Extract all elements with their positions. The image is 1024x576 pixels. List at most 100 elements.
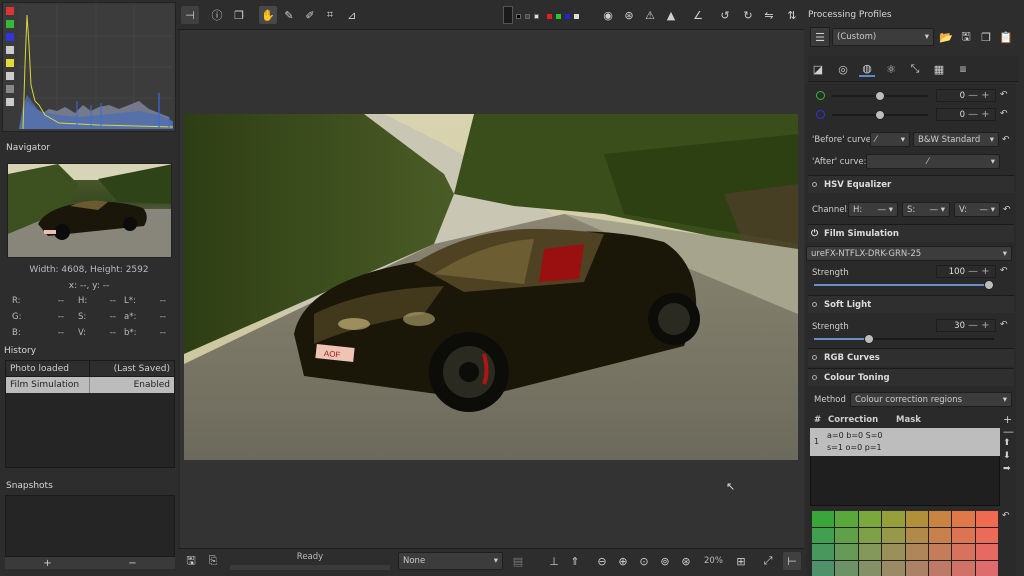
crop-icon[interactable]: ⌗ (322, 7, 338, 23)
rotate-left-icon[interactable]: ↺ (717, 7, 733, 23)
hsv-v-select[interactable]: V: — ▾ (954, 202, 1000, 217)
red-channel-toggle[interactable] (6, 7, 14, 15)
new-detail-window-icon[interactable]: ⊞ (733, 553, 749, 569)
colour-grid-cell[interactable] (905, 560, 928, 576)
zoom-fit-crop-icon[interactable]: ⊛ (678, 553, 694, 569)
colour-grid-cell[interactable] (812, 511, 835, 527)
spin-buttons[interactable]: — + (968, 266, 990, 277)
before-curve-mode-select[interactable]: B&W Standard ▾ (913, 132, 999, 147)
reset-icon[interactable]: ↶ (1002, 135, 1010, 145)
colour-grid[interactable] (812, 511, 998, 576)
colour-grid-cell[interactable] (812, 560, 835, 576)
reset-icon[interactable]: ↶ (1000, 320, 1008, 330)
tab-color-icon[interactable]: ◍ (859, 61, 875, 77)
power-icon[interactable]: ⏻ (811, 229, 818, 239)
colour-grid-cell[interactable] (882, 544, 905, 560)
colour-grid-cell[interactable] (882, 511, 905, 527)
colour-grid-cell[interactable] (858, 511, 882, 527)
colour-grid-cell[interactable] (882, 560, 905, 576)
slider-knob[interactable] (875, 110, 885, 120)
green-channel-toggle[interactable] (6, 20, 14, 28)
tab-transform-icon[interactable]: ⤡ (907, 61, 923, 77)
save-icon[interactable]: 🖫 (183, 553, 199, 569)
gamut-check-icon[interactable]: ⇑ (567, 553, 583, 569)
remove-region-icon[interactable]: — (1003, 425, 1014, 438)
blue-channel-toggle[interactable] (6, 33, 14, 41)
history-row[interactable]: Photo loaded (Last Saved) (6, 361, 174, 377)
colour-grid-cell[interactable] (952, 544, 975, 560)
perspective-icon[interactable]: ∠ (690, 7, 706, 23)
info-icon[interactable]: ⓘ (209, 7, 225, 23)
highlight-clipping-warning-icon[interactable]: ▲ (663, 7, 679, 23)
intent-icon[interactable]: ▤ (510, 553, 526, 569)
tab-exposure-icon[interactable]: ◪ (810, 61, 826, 77)
colour-grid-cell[interactable] (952, 560, 975, 576)
spin-buttons[interactable]: — + (968, 90, 990, 101)
duplicate-region-icon[interactable]: ➡ (1003, 464, 1011, 474)
after-curve-type-select[interactable]: ⁄ ▾ (866, 154, 1000, 169)
colour-grid-cell[interactable] (812, 527, 835, 543)
film-simulation-header[interactable]: ⏻ Film Simulation (808, 224, 1014, 242)
black-swatch[interactable] (516, 14, 521, 19)
colour-grid-cell[interactable] (858, 544, 882, 560)
send-to-editor-icon[interactable]: ⎘ (205, 553, 221, 569)
profile-list-icon[interactable]: ☰ (810, 27, 830, 47)
colour-toning-method-select[interactable]: Colour correction regions ▾ (850, 392, 1012, 407)
hide-left-panel-icon[interactable]: ⊣ (181, 6, 199, 24)
hsv-s-select[interactable]: S: — ▾ (902, 202, 950, 217)
save-profile-icon[interactable]: 🖫 (958, 29, 974, 45)
spin-buttons[interactable]: — + (968, 320, 990, 331)
colour-grid-cell[interactable] (882, 527, 905, 543)
rotate-right-icon[interactable]: ↻ (740, 7, 756, 23)
move-down-icon[interactable]: ⬇ (1003, 451, 1011, 461)
reset-icon[interactable]: ↶ (1000, 266, 1008, 276)
tab-advanced-icon[interactable]: ⚛ (883, 61, 899, 77)
hsv-equalizer-header[interactable]: HSV Equalizer (808, 175, 1014, 193)
flip-horizontal-icon[interactable]: ⇋ (761, 7, 777, 23)
open-profile-icon[interactable]: 📂 (938, 29, 954, 45)
zoom-100-icon[interactable]: ⊙ (636, 553, 652, 569)
zoom-fit-icon[interactable]: ⊚ (657, 553, 673, 569)
colour-grid-cell[interactable] (835, 527, 858, 543)
blue-slider[interactable] (832, 110, 928, 120)
colour-grid-cell[interactable] (858, 560, 882, 576)
bar-toggle[interactable] (6, 85, 14, 93)
reset-icon[interactable]: ↶ (1003, 205, 1011, 215)
colour-grid-cell[interactable] (835, 544, 858, 560)
straighten-icon[interactable]: ⊿ (344, 7, 360, 23)
zoom-in-icon[interactable]: ⊕ (615, 553, 631, 569)
slider-knob[interactable] (864, 334, 874, 344)
color-picker-icon[interactable]: ✐ (302, 7, 318, 23)
profile-select[interactable]: (Custom) ▾ (832, 28, 934, 46)
colour-grid-cell[interactable] (952, 527, 975, 543)
tab-raw-icon[interactable]: ▦ (931, 61, 947, 77)
reset-icon[interactable]: ↶ (1002, 511, 1010, 521)
green-swatch[interactable] (556, 14, 561, 19)
soft-light-strength-slider[interactable] (814, 334, 994, 344)
remove-snapshot-button[interactable]: − (90, 557, 175, 569)
add-snapshot-button[interactable]: + (5, 557, 90, 569)
colour-grid-cell[interactable] (975, 544, 998, 560)
colour-grid-cell[interactable] (928, 527, 952, 543)
zoom-out-icon[interactable]: ⊖ (594, 553, 610, 569)
film-clut-select[interactable]: ureFX-NTFLX-DRK-GRN-25 ▾ (806, 246, 1012, 261)
colour-grid-cell[interactable] (858, 527, 882, 543)
colour-grid-cell[interactable] (952, 511, 975, 527)
focus-mask-icon[interactable]: ◉ (600, 7, 616, 23)
slider-knob[interactable] (984, 280, 994, 290)
white-balance-picker-icon[interactable]: ✎ (281, 7, 297, 23)
green-slider[interactable] (832, 91, 928, 101)
navigator-thumbnail[interactable] (7, 163, 172, 258)
slider-knob[interactable] (875, 91, 885, 101)
gamut-icon[interactable]: ⊛ (621, 7, 637, 23)
colour-grid-cell[interactable] (928, 560, 952, 576)
history-row-selected[interactable]: Film Simulation Enabled (6, 377, 174, 393)
white-swatch[interactable] (534, 14, 539, 19)
colour-grid-cell[interactable] (928, 544, 952, 560)
tab-details-icon[interactable]: ◎ (835, 61, 851, 77)
colour-grid-cell[interactable] (975, 527, 998, 543)
colour-grid-cell[interactable] (835, 511, 858, 527)
colour-grid-cell[interactable] (905, 527, 928, 543)
soft-light-header[interactable]: Soft Light (808, 295, 1014, 313)
red-swatch[interactable] (547, 14, 552, 19)
